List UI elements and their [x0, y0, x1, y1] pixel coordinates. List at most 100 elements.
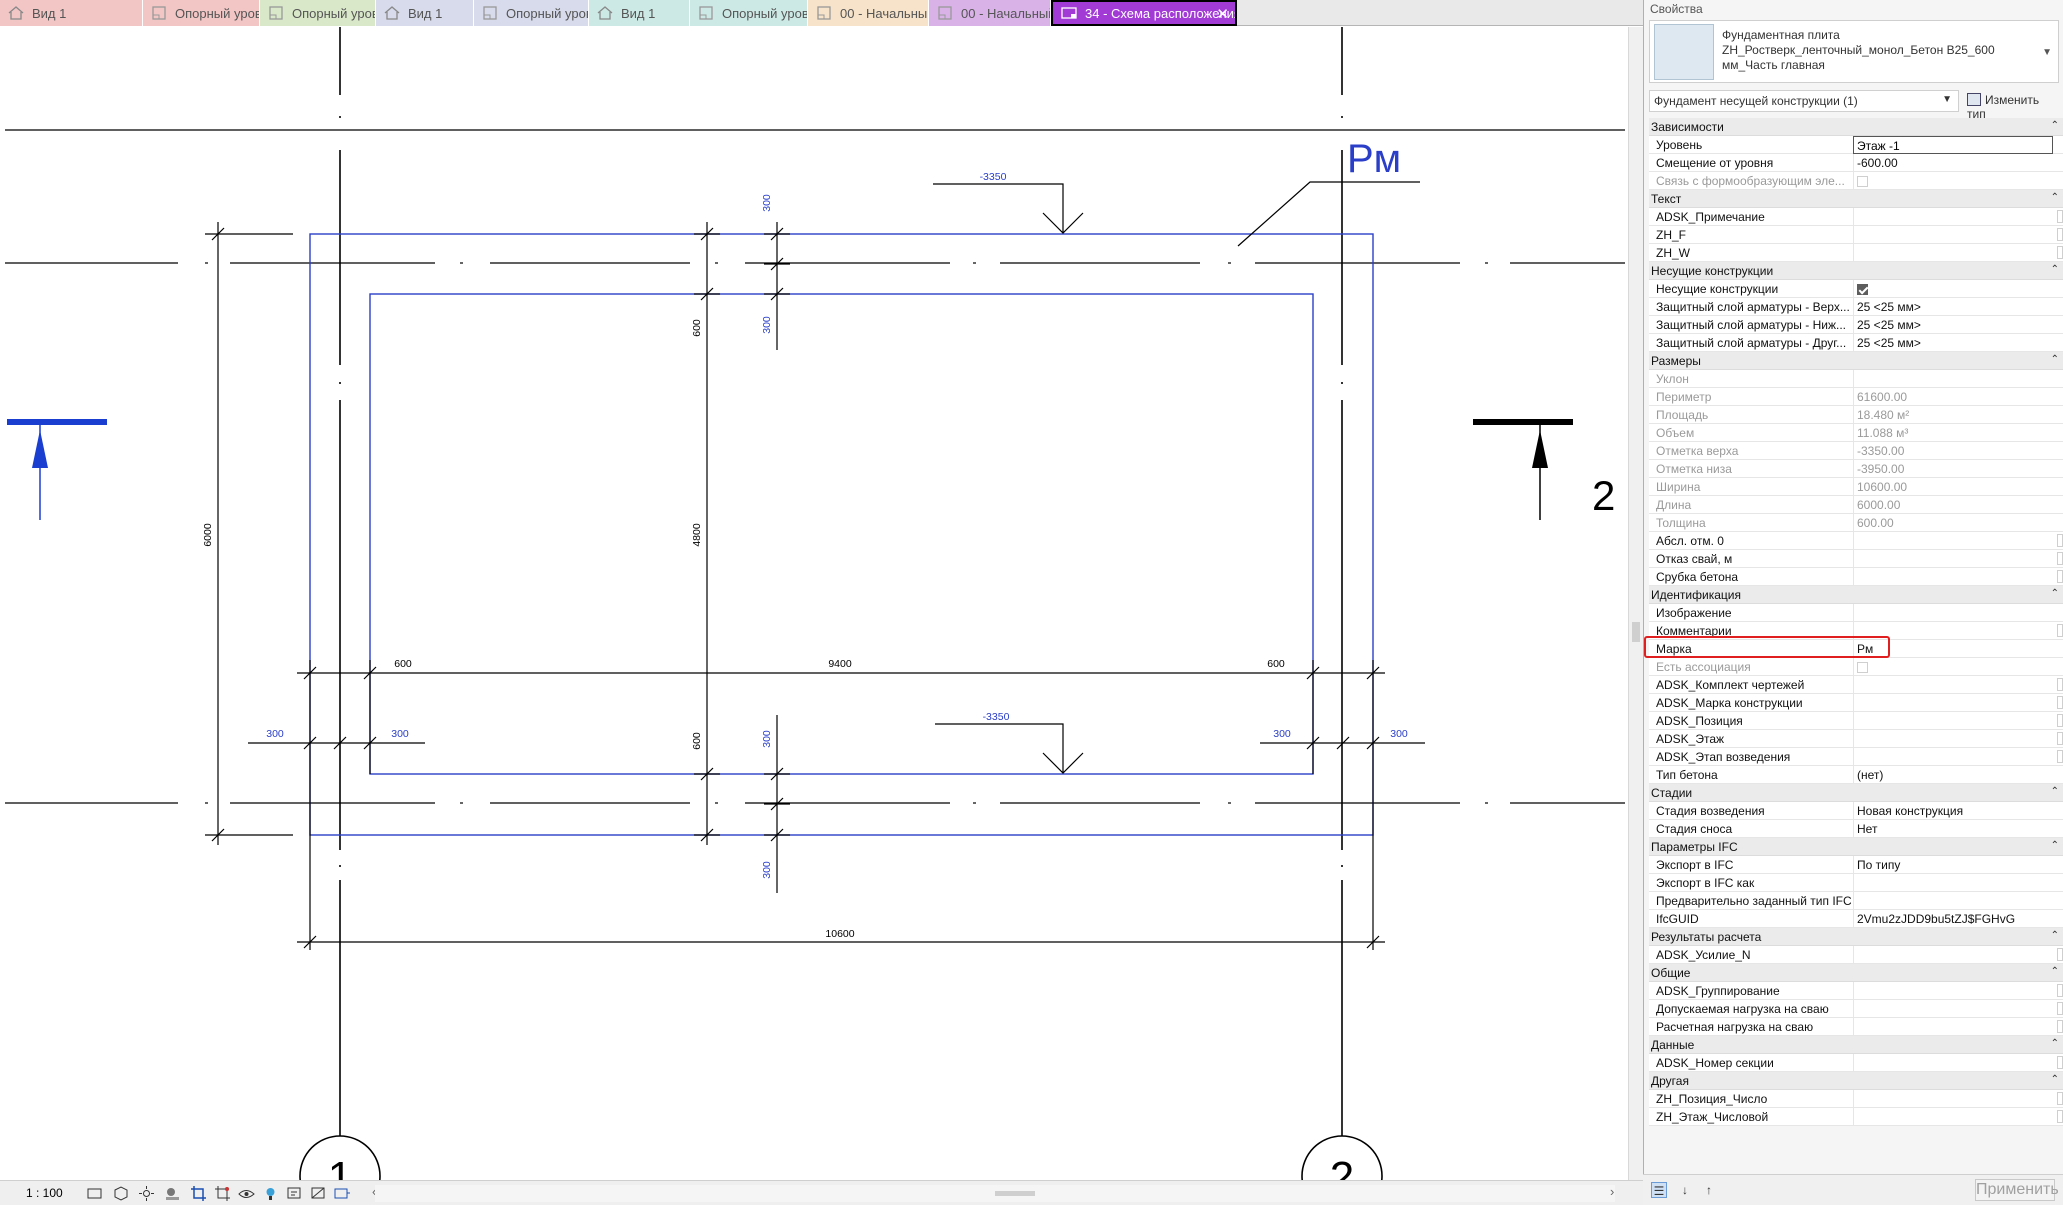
property-row[interactable]: Защитный слой арматуры - Верх... 25 <25 м… [1649, 298, 2063, 316]
spot-elevation-top[interactable] [933, 183, 1084, 234]
property-row[interactable]: Защитный слой арматуры - Ниж... 25 <25 мм… [1649, 316, 2063, 334]
associate-parameter-button[interactable] [2057, 552, 2063, 565]
property-row[interactable]: Стадия сноса Нет [1649, 820, 2063, 838]
associate-parameter-button[interactable] [2057, 210, 2063, 223]
visual-style-icon[interactable] [112, 1185, 129, 1202]
property-row[interactable]: Предварительно заданный тип IFC [1649, 892, 2063, 910]
property-row[interactable]: ZH_W [1649, 244, 2063, 262]
spot-elevation-bottom[interactable] [935, 723, 1084, 774]
reveal-hidden-icon[interactable] [262, 1185, 279, 1202]
property-row[interactable]: Ширина 10600.00 [1649, 478, 2063, 496]
property-row[interactable]: IfcGUID 2Vmu2zJDD9bu5tZJ$FGHvG [1649, 910, 2063, 928]
associate-parameter-button[interactable] [2057, 624, 2063, 637]
property-value[interactable] [1853, 550, 2053, 568]
collapse-icon[interactable]: ⌃ [2051, 927, 2059, 945]
property-row[interactable]: Защитный слой арматуры - Друг... 25 <25 м… [1649, 334, 2063, 352]
property-row[interactable]: Объем 11.088 м³ [1649, 424, 2063, 442]
property-row[interactable]: Длина 6000.00 [1649, 496, 2063, 514]
property-value[interactable]: Новая конструкция [1853, 802, 2053, 820]
property-row[interactable]: ADSK_Группирование [1649, 982, 2063, 1000]
sun-path-icon[interactable] [138, 1185, 155, 1202]
collapse-icon[interactable]: ⌃ [2051, 1035, 2059, 1053]
property-row[interactable]: Экспорт в IFC По типу [1649, 856, 2063, 874]
property-row[interactable]: Площадь 18.480 м² [1649, 406, 2063, 424]
property-group[interactable]: Стадии ⌃ [1649, 784, 2063, 802]
collapse-icon[interactable]: ⌃ [2051, 963, 2059, 981]
property-row[interactable]: ADSK_Марка конструкции [1649, 694, 2063, 712]
associate-parameter-button[interactable] [2057, 696, 2063, 709]
view-scale[interactable]: 1 : 100 [26, 1186, 63, 1200]
property-group[interactable]: Данные ⌃ [1649, 1036, 2063, 1054]
drawing-canvas[interactable]: -3350 -3350 300 300 600 4800 6000 600 30… [0, 27, 1628, 1180]
property-value[interactable]: (нет) [1853, 766, 2053, 784]
property-row[interactable]: Экспорт в IFC как [1649, 874, 2063, 892]
property-value[interactable] [1853, 892, 2053, 910]
property-group[interactable]: Другая ⌃ [1649, 1072, 2063, 1090]
associate-parameter-button[interactable] [2057, 246, 2063, 259]
property-row[interactable]: Расчетная нагрузка на сваю [1649, 1018, 2063, 1036]
property-row[interactable]: Комментарии [1649, 622, 2063, 640]
property-group[interactable]: Идентификация ⌃ [1649, 586, 2063, 604]
property-row[interactable]: Толщина 600.00 [1649, 514, 2063, 532]
chevron-down-icon[interactable]: ▼ [2042, 47, 2052, 58]
property-value[interactable]: 2Vmu2zJDD9bu5tZJ$FGHvG [1853, 910, 2053, 928]
view-horizontal-scrollbar[interactable] [375, 1185, 1615, 1202]
property-value[interactable]: Нет [1853, 820, 2053, 838]
associate-parameter-button[interactable] [2057, 1002, 2063, 1015]
property-row[interactable]: Уровень Этаж -1 [1649, 136, 2063, 154]
property-row[interactable]: Тип бетона (нет) [1649, 766, 2063, 784]
property-row[interactable]: Отметка верха -3350.00 [1649, 442, 2063, 460]
tab-7[interactable]: Опорный уровень [690, 0, 808, 26]
property-group[interactable]: Несущие конструкции ⌃ [1649, 262, 2063, 280]
property-value[interactable] [1853, 748, 2053, 766]
grid-bubble-1[interactable]: 1 [299, 1135, 381, 1180]
associate-parameter-button[interactable] [2057, 750, 2063, 763]
property-row[interactable]: ZH_Позиция_Число [1649, 1090, 2063, 1108]
collapse-icon[interactable]: ⌃ [2051, 783, 2059, 801]
apply-button[interactable]: Применить [1975, 1179, 2059, 1201]
property-value[interactable]: 25 <25 мм> [1853, 316, 2053, 334]
crop-view-icon[interactable] [190, 1185, 207, 1202]
property-value[interactable] [1853, 604, 2053, 622]
associate-parameter-button[interactable] [2057, 714, 2063, 727]
tab-4[interactable]: Вид 1 [376, 0, 474, 26]
property-value[interactable] [1853, 1000, 2053, 1018]
property-value[interactable] [1853, 208, 2053, 226]
property-row[interactable]: ADSK_Этап возведения [1649, 748, 2063, 766]
property-row[interactable]: ZH_Этаж_Числовой [1649, 1108, 2063, 1126]
tab-5[interactable]: Опорный уровень [474, 0, 589, 26]
property-group[interactable]: Зависимости ⌃ [1649, 118, 2063, 136]
associate-parameter-button[interactable] [2057, 1056, 2063, 1069]
property-row[interactable]: Изображение [1649, 604, 2063, 622]
collapse-icon[interactable]: ⌃ [2051, 189, 2059, 207]
tab-1[interactable]: Вид 1 [0, 0, 143, 26]
sort-descending-icon[interactable]: ↑ [1701, 1182, 1717, 1198]
collapse-icon[interactable]: ⌃ [2051, 1071, 2059, 1089]
sort-categorized-icon[interactable]: ☰ [1651, 1182, 1667, 1198]
property-value[interactable] [1853, 226, 2053, 244]
property-row[interactable]: Марка Рм [1649, 640, 2063, 658]
property-row[interactable]: ZH_F [1649, 226, 2063, 244]
associate-parameter-button[interactable] [2057, 984, 2063, 997]
associate-parameter-button[interactable] [2057, 732, 2063, 745]
property-row[interactable]: Уклон [1649, 370, 2063, 388]
property-group[interactable]: Параметры IFC ⌃ [1649, 838, 2063, 856]
property-row[interactable]: ADSK_Примечание [1649, 208, 2063, 226]
property-row[interactable]: Связь с формообразующим эле... [1649, 172, 2063, 190]
property-value[interactable] [1853, 532, 2053, 550]
associate-parameter-button[interactable] [2057, 948, 2063, 961]
section-marker-left[interactable] [7, 419, 107, 520]
associate-parameter-button[interactable] [2057, 570, 2063, 583]
collapse-icon[interactable]: ⌃ [2051, 261, 2059, 279]
tab-3[interactable]: Опорный уровень [260, 0, 376, 26]
property-row[interactable]: ADSK_Номер секции [1649, 1054, 2063, 1072]
crop-region-icon[interactable] [214, 1185, 231, 1202]
property-value[interactable]: -600.00 [1853, 154, 2053, 172]
associate-parameter-button[interactable] [2057, 228, 2063, 241]
element-filter-dropdown[interactable]: Фундамент несущей конструкции (1) ▼ [1649, 90, 1959, 112]
associate-parameter-button[interactable] [2057, 1092, 2063, 1105]
property-value[interactable] [1853, 622, 2053, 640]
property-row[interactable]: ADSK_Комплект чертежей [1649, 676, 2063, 694]
property-group[interactable]: Общие ⌃ [1649, 964, 2063, 982]
scroll-right-icon[interactable]: › [1610, 1184, 1614, 1199]
